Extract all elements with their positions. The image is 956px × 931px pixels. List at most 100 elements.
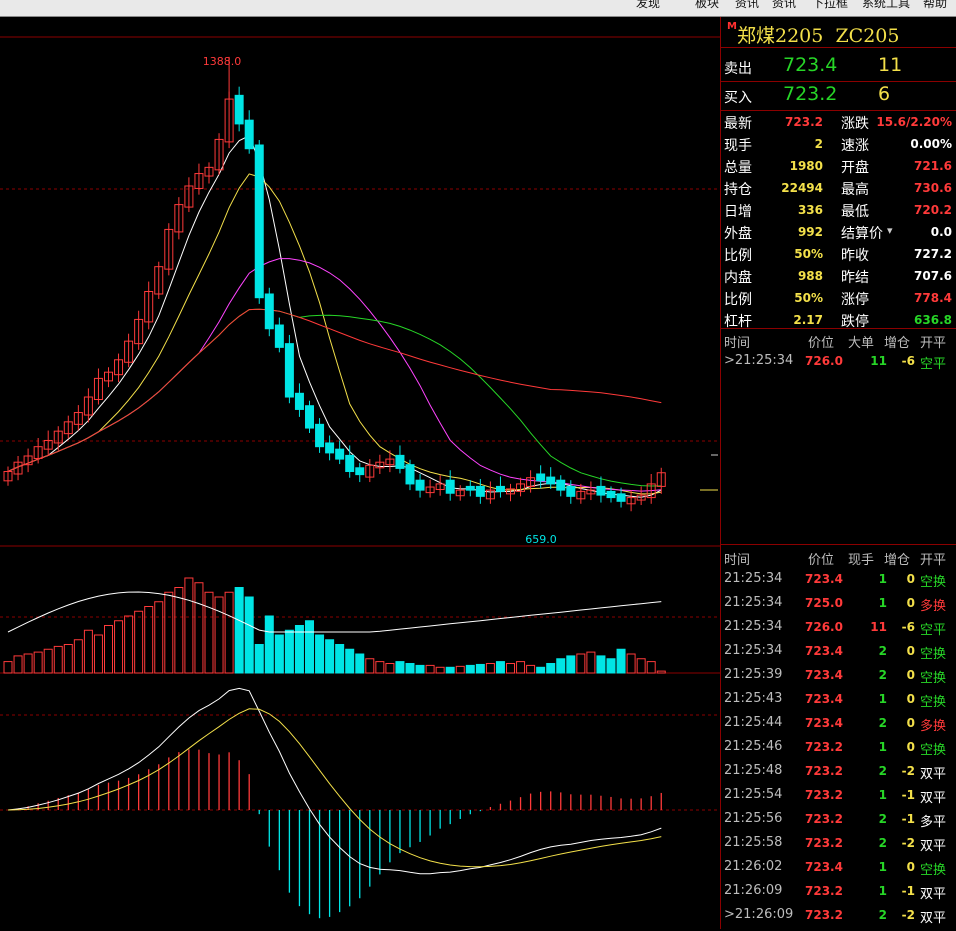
market-marker: M — [727, 21, 737, 32]
bid-price: 723.2 — [783, 83, 838, 105]
volume-bar — [546, 663, 556, 674]
volume-bar — [73, 639, 83, 674]
volume-bar — [33, 651, 43, 674]
stat-value: 0.00% — [910, 137, 952, 151]
volume-bar — [455, 665, 465, 674]
change: -2 — [901, 908, 915, 922]
tick-row[interactable]: 21:25:44 723.4 2 0 多换 — [721, 715, 956, 739]
tick-row[interactable]: 21:25:34 726.0 11 -6 空平 — [721, 619, 956, 643]
change: 0 — [906, 692, 915, 706]
instrument-header: M 郑煤2205 ZC205 — [721, 17, 956, 48]
candle — [355, 467, 365, 476]
volume-bar — [124, 615, 134, 674]
tick-row[interactable]: >21:26:09 723.2 2 -2 双平 — [721, 907, 956, 931]
tick-row[interactable]: 21:25:58 723.2 2 -2 双平 — [721, 835, 956, 859]
volume-bar — [83, 629, 93, 674]
tick-row[interactable]: 21:26:02 723.4 1 0 空换 — [721, 859, 956, 883]
menu-item[interactable]: 板块 — [695, 0, 719, 11]
candle — [566, 485, 576, 497]
col-size: 大单 — [848, 336, 875, 351]
volume-bar — [626, 653, 636, 674]
price: 726.0 — [805, 620, 843, 634]
tick-row[interactable]: 21:26:09 723.2 1 -1 双平 — [721, 883, 956, 907]
menu-item[interactable]: 系统工具 — [862, 0, 910, 11]
ma-line — [7, 308, 662, 472]
price: 723.4 — [805, 644, 843, 658]
menu-item[interactable]: 资讯 — [735, 0, 759, 11]
stat-label: 总量 — [724, 160, 752, 176]
change: 0 — [906, 572, 915, 586]
candle — [305, 405, 314, 429]
volume-bar — [375, 661, 385, 674]
volume-bar — [264, 615, 274, 674]
volume-bar — [596, 655, 606, 674]
candle — [556, 479, 566, 491]
time: 21:25:58 — [724, 835, 783, 850]
ask-row[interactable]: 卖出 723.4 11 — [721, 52, 956, 80]
chart-grid — [0, 36, 720, 811]
tick-row[interactable]: 21:25:34 723.4 2 0 空换 — [721, 643, 956, 667]
kline-chart[interactable]: 1388.0 659.0 — [0, 17, 720, 929]
bid-row[interactable]: 买入 723.2 6 — [721, 81, 956, 109]
type: 空换 — [920, 647, 947, 662]
candle — [616, 493, 626, 502]
price: 725.0 — [805, 596, 843, 610]
price: 726.0 — [805, 354, 843, 368]
change: -6 — [901, 620, 915, 634]
qty: 11 — [870, 620, 887, 634]
col-price: 价位 — [808, 553, 835, 568]
qty: 1 — [878, 692, 887, 706]
high-price-label: 1388.0 — [203, 55, 242, 68]
volume-bars — [3, 577, 666, 674]
tick-row[interactable]: 21:25:54 723.2 1 -1 双平 — [721, 787, 956, 811]
type: 多换 — [920, 599, 947, 614]
candle — [536, 473, 546, 482]
tick-row[interactable]: 21:25:43 723.4 1 0 空换 — [721, 691, 956, 715]
stat-value: 2 — [814, 137, 823, 151]
tick-row[interactable]: 21:25:48 723.2 2 -2 双平 — [721, 763, 956, 787]
volume-bar — [365, 658, 375, 674]
type: 多换 — [920, 719, 947, 734]
tick-row[interactable]: 21:25:39 723.4 2 0 空换 — [721, 667, 956, 691]
volume-bar — [224, 591, 234, 674]
volume-bar — [274, 634, 284, 674]
stat-label: 开盘 — [841, 160, 869, 176]
stat-row: 比例 50% 昨收 727.2 — [721, 244, 956, 266]
volume-bar — [586, 651, 596, 674]
candle — [234, 94, 244, 125]
volume-bar — [93, 634, 103, 674]
ma-line — [7, 258, 662, 492]
volume-bar — [234, 587, 244, 674]
macd-dif-line — [7, 687, 662, 875]
candle — [405, 464, 415, 485]
candle — [335, 448, 345, 460]
volume-bar — [435, 666, 445, 674]
tick-row[interactable]: 21:25:34 723.4 1 0 空换 — [721, 571, 956, 595]
ma-line — [7, 135, 662, 498]
stat-label: 现手 — [724, 138, 752, 154]
time: 21:25:54 — [724, 787, 783, 802]
menu-item[interactable]: 资讯 — [772, 0, 796, 11]
stat-row: 日增 336 最低 720.2 — [721, 200, 956, 222]
volume-bar — [43, 648, 53, 674]
volume-bar — [325, 639, 335, 674]
qty: 1 — [878, 740, 887, 754]
stat-value: 778.4 — [914, 291, 952, 305]
stat-value: 992 — [797, 225, 823, 239]
volume-bar — [13, 655, 23, 674]
volume-bar — [445, 666, 455, 674]
tick-row[interactable]: 21:25:46 723.2 1 0 空换 — [721, 739, 956, 763]
menu-item[interactable]: 发现 — [636, 0, 660, 11]
tick-row[interactable]: 21:25:34 725.0 1 0 多换 — [721, 595, 956, 619]
price: 723.2 — [805, 908, 843, 922]
change: 0 — [906, 596, 915, 610]
dropdown-icon[interactable]: ▾ — [887, 224, 893, 237]
stat-row: 比例 50% 涨停 778.4 — [721, 288, 956, 310]
tick-row[interactable]: 21:25:56 723.2 2 -1 多平 — [721, 811, 956, 835]
menu-item[interactable]: 下拉框 — [812, 0, 848, 11]
stat-row: 现手 2 速涨 0.00% — [721, 134, 956, 156]
candle — [465, 485, 475, 491]
big-order-row[interactable]: >21:25:34 726.0 11 -6 空平 — [721, 353, 956, 377]
ask-label: 卖出 — [724, 61, 752, 77]
menu-item[interactable]: 帮助 — [923, 0, 947, 11]
